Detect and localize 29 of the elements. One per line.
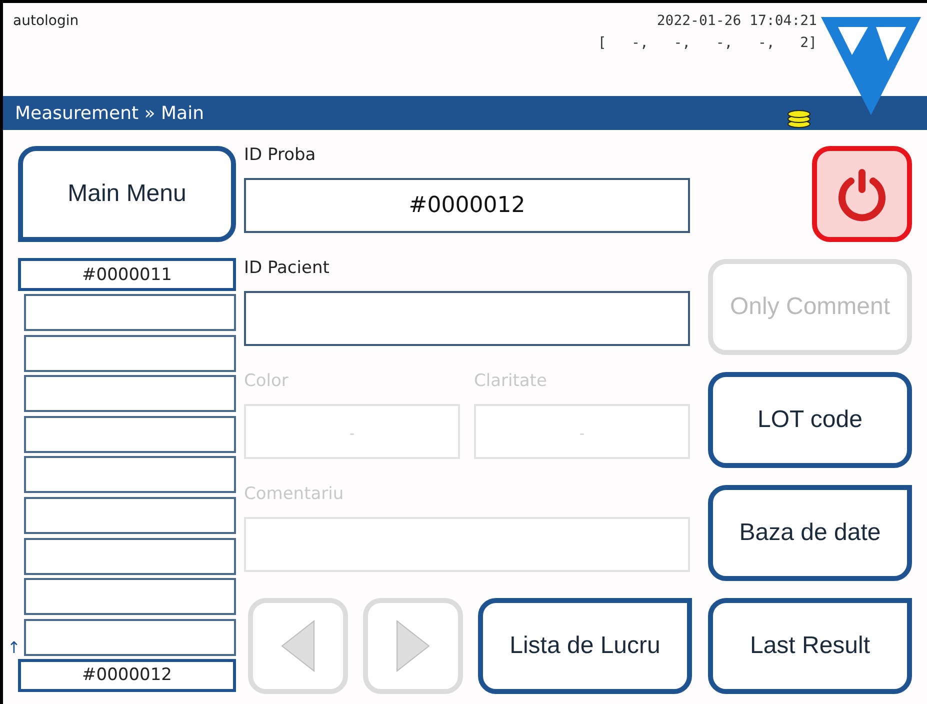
queue-slot[interactable]	[24, 538, 236, 575]
queue-slot[interactable]	[24, 294, 236, 331]
status-line: [ -, -, -, -, 2]	[598, 35, 817, 51]
date-time: 2022-01-26 17:04:21	[656, 13, 817, 29]
queue-slot[interactable]	[24, 578, 236, 616]
input-field[interactable]	[244, 291, 690, 346]
menu-button[interactable]: Baza de date	[708, 485, 912, 581]
main-menu-button[interactable]: Main Menu	[18, 146, 236, 242]
menu-button[interactable]: LOT code	[708, 372, 912, 468]
queue-slot[interactable]	[24, 375, 236, 412]
queue-slot[interactable]	[24, 416, 236, 453]
breadcrumb: Measurement » Main	[15, 102, 204, 124]
queue-slot[interactable]	[24, 496, 236, 534]
left-arrow-icon	[281, 620, 315, 672]
queue-slot[interactable]	[24, 618, 236, 656]
field-label: ID Pacient	[244, 258, 330, 280]
database-icon	[787, 110, 811, 128]
input-field[interactable]: #0000012	[244, 178, 690, 233]
user-name: autologin	[13, 13, 79, 31]
current-sample[interactable]: #0000012	[18, 658, 236, 692]
previous-sample[interactable]: #0000011	[18, 258, 236, 291]
power-button[interactable]	[812, 146, 912, 242]
worklist-button[interactable]: Lista de Lucru	[478, 598, 692, 694]
field-label: ID Proba	[244, 145, 317, 167]
right-arrow-icon	[396, 620, 430, 672]
queue-slot[interactable]	[24, 334, 236, 372]
scroll-arrow: ↑	[7, 640, 21, 656]
queue-slot[interactable]	[24, 456, 236, 494]
menu-button[interactable]: Last Result	[708, 598, 912, 694]
